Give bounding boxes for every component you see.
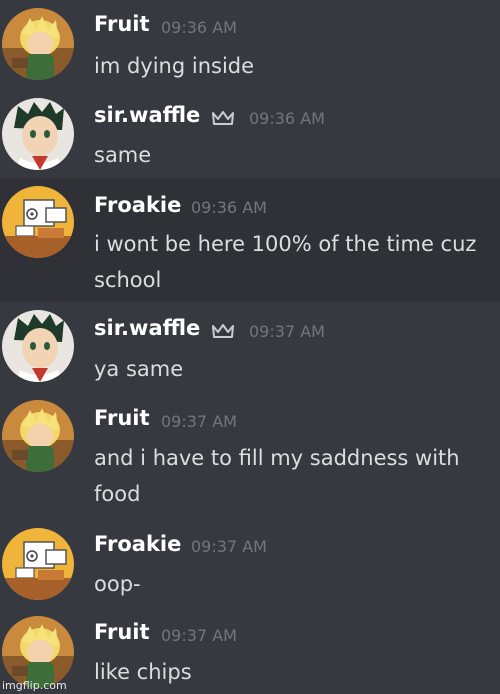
froakie-avatar-icon	[2, 528, 74, 600]
username[interactable]: Fruit	[94, 12, 150, 36]
timestamp: 09:37 AM	[249, 322, 325, 341]
message: Fruit 09:37 AM like chips	[0, 610, 500, 694]
avatar[interactable]	[2, 616, 74, 688]
avatar[interactable]	[2, 400, 74, 472]
fruit-avatar-icon	[2, 400, 74, 472]
message-text: school	[94, 268, 162, 292]
imgflip-watermark: imgflip.com	[2, 679, 67, 692]
username[interactable]: sir.waffle	[94, 316, 200, 340]
message: Fruit 09:37 AM and i have to fill my sad…	[0, 392, 500, 520]
message-text: same	[94, 143, 152, 167]
message: Froakie 09:36 AM i wont be here 100% of …	[0, 178, 500, 302]
message: Fruit 09:36 AM im dying inside	[0, 0, 500, 90]
avatar[interactable]	[2, 186, 74, 258]
timestamp: 09:37 AM	[191, 537, 267, 556]
froakie-avatar-icon	[2, 186, 74, 258]
avatar[interactable]	[2, 528, 74, 600]
message-text: and i have to fill my saddness with	[94, 446, 460, 470]
avatar[interactable]	[2, 8, 74, 80]
avatar[interactable]	[2, 310, 74, 382]
message-text: like chips	[94, 660, 192, 684]
message-text: food	[94, 482, 141, 506]
timestamp: 09:36 AM	[249, 109, 325, 128]
crown-icon	[212, 324, 234, 338]
username[interactable]: Froakie	[94, 193, 181, 217]
fruit-avatar-icon	[2, 616, 74, 688]
message: sir.waffle 09:36 AM same	[0, 90, 500, 178]
message: Froakie 09:37 AM oop-	[0, 520, 500, 610]
message-text: ya same	[94, 357, 184, 381]
timestamp: 09:37 AM	[161, 626, 237, 645]
timestamp: 09:36 AM	[161, 18, 237, 37]
message: sir.waffle 09:37 AM ya same	[0, 302, 500, 392]
timestamp: 09:36 AM	[191, 198, 267, 217]
message-text: im dying inside	[94, 54, 255, 78]
crown-icon	[212, 111, 234, 125]
username[interactable]: Froakie	[94, 532, 181, 556]
username[interactable]: sir.waffle	[94, 103, 200, 127]
username[interactable]: Fruit	[94, 406, 150, 430]
username[interactable]: Fruit	[94, 620, 150, 644]
fruit-avatar-icon	[2, 8, 74, 80]
chat-message-list: Fruit 09:36 AM im dying inside sir.waffl…	[0, 0, 500, 694]
waffle-avatar-icon	[2, 310, 74, 382]
message-text: oop-	[94, 572, 141, 596]
waffle-avatar-icon	[2, 98, 74, 170]
message-text: i wont be here 100% of the time cuz	[94, 232, 477, 256]
avatar[interactable]	[2, 98, 74, 170]
timestamp: 09:37 AM	[161, 412, 237, 431]
